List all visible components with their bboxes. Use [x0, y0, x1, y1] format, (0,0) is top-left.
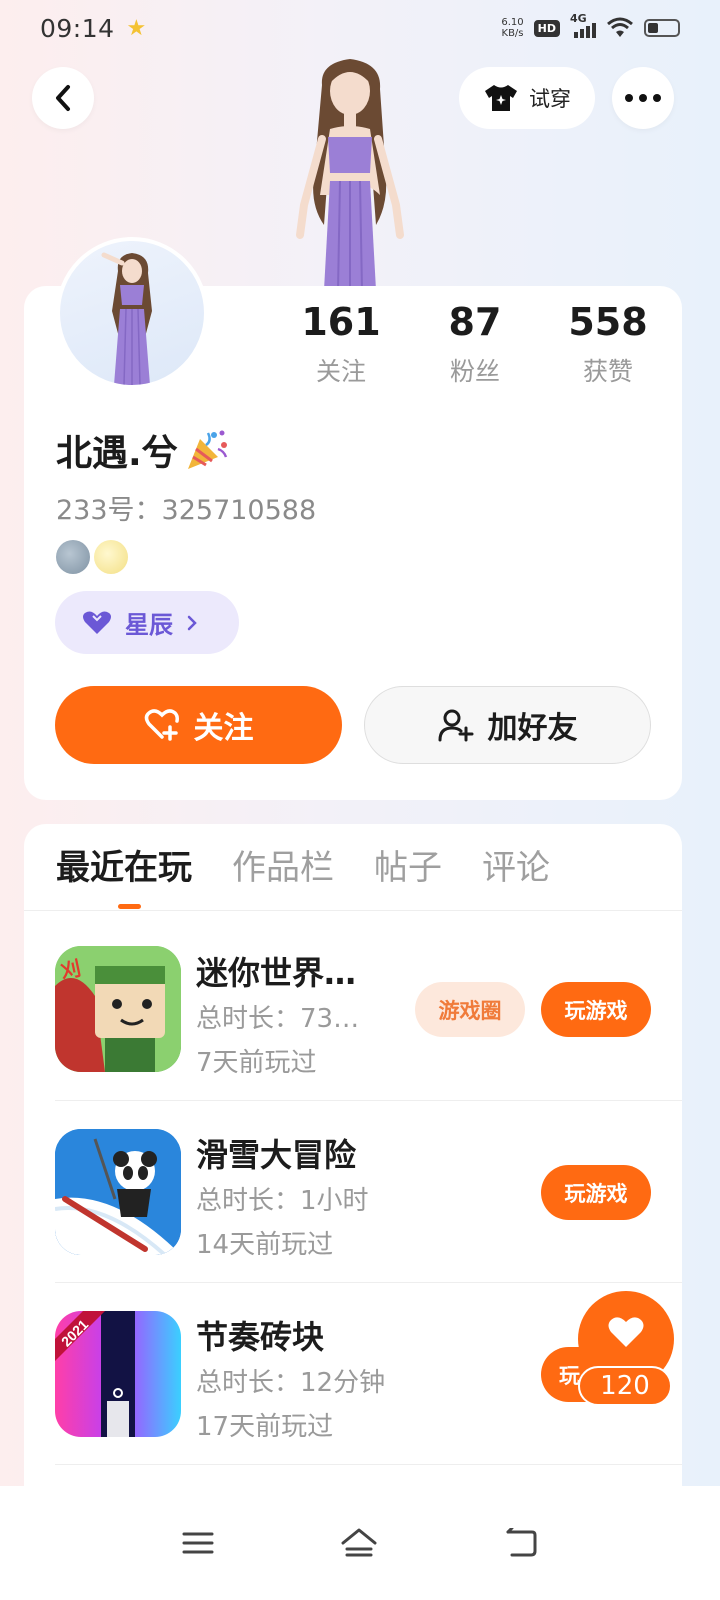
- home-icon[interactable]: [339, 1527, 379, 1559]
- hd-icon: HD: [533, 19, 560, 37]
- battery-icon: [644, 19, 680, 37]
- status-bar: 09:14 ★ 6.10 KB/s HD 4G: [0, 0, 720, 56]
- more-button[interactable]: [612, 67, 674, 129]
- user-id: 233号：325710588: [56, 495, 317, 526]
- avatar-thumbnail-figure: [101, 252, 152, 385]
- game-last-played: 14天前玩过: [196, 1230, 334, 1260]
- star-icon: ★: [126, 15, 147, 41]
- status-time: 09:14: [40, 13, 115, 43]
- stat-value: 161: [301, 300, 381, 344]
- game-icon-ski-safari[interactable]: [55, 1129, 181, 1255]
- system-nav-bar: [0, 1486, 720, 1600]
- game-title: 滑雪大冒险: [196, 1136, 357, 1174]
- stat-likes[interactable]: 558 获赞: [543, 300, 673, 388]
- game-duration: 总时长：73…: [196, 1004, 360, 1034]
- menu-icon[interactable]: [182, 1531, 214, 1555]
- back-button[interactable]: [32, 67, 94, 129]
- add-friend-label: 加好友: [487, 711, 578, 746]
- username: 北遇.兮: [56, 424, 230, 476]
- tshirt-icon: [485, 85, 517, 111]
- avatar[interactable]: [56, 237, 208, 389]
- game-duration: 总时长：12分钟: [196, 1368, 386, 1398]
- like-count: 120: [578, 1366, 672, 1406]
- try-on-label: 试穿: [529, 87, 571, 111]
- game-title: 迷你世界…: [196, 954, 357, 992]
- game-last-played: 7天前玩过: [196, 1048, 317, 1078]
- play-game-button[interactable]: 玩游戏: [541, 982, 651, 1037]
- follow-button[interactable]: 关注: [55, 686, 342, 764]
- tab-divider: [24, 910, 682, 911]
- game-duration: 总时长：1小时: [196, 1186, 369, 1216]
- network-speed-unit: KB/s: [501, 28, 524, 39]
- list-item[interactable]: 滑雪大冒险 总时长：1小时 14天前玩过 玩游戏: [0, 1100, 720, 1282]
- game-last-played: 17天前玩过: [196, 1412, 334, 1442]
- stat-followers[interactable]: 87 粉丝: [410, 300, 540, 388]
- new-moon-face-icon: [56, 540, 90, 574]
- heart-add-icon: [144, 709, 179, 741]
- list-item[interactable]: 刈 迷你世界… 总时长：73… 7天前玩过 游戏圈 玩游戏: [0, 918, 720, 1100]
- add-user-icon: [438, 709, 473, 742]
- avatar-character-image[interactable]: [270, 55, 430, 290]
- status-icons: 6.10 KB/s HD 4G: [501, 12, 680, 39]
- stat-label: 关注: [315, 357, 366, 386]
- game-art: [55, 1129, 181, 1255]
- tab-comments[interactable]: 评论: [482, 844, 550, 892]
- signal-icon: 4G: [570, 12, 596, 38]
- wifi-icon: [607, 17, 633, 37]
- game-art: 刈: [55, 946, 181, 1072]
- row-divider: [55, 1464, 682, 1465]
- heart-icon: [608, 1317, 644, 1347]
- game-icon-rhythm-tiles[interactable]: 2021: [55, 1311, 181, 1437]
- username-text: 北遇.兮: [56, 433, 178, 474]
- back-nav-icon[interactable]: [504, 1528, 538, 1558]
- play-game-button[interactable]: 玩游戏: [541, 1165, 651, 1220]
- tab-recently-played[interactable]: 最近在玩: [56, 844, 192, 892]
- more-dots-icon: [625, 94, 661, 102]
- chevron-right-icon: [187, 615, 197, 630]
- badges: [56, 540, 128, 574]
- network-type: 4G: [570, 12, 587, 25]
- game-circle-button[interactable]: 游戏圈: [415, 982, 525, 1037]
- star-tag-button[interactable]: 星辰: [55, 591, 239, 654]
- stat-label: 粉丝: [449, 357, 500, 386]
- tab-indicator: [118, 904, 141, 909]
- add-friend-button[interactable]: 加好友: [364, 686, 651, 764]
- chevron-left-icon: [56, 85, 70, 111]
- tab-works[interactable]: 作品栏: [232, 844, 334, 892]
- network-speed-value: 6.10: [501, 17, 524, 28]
- stat-value: 87: [448, 300, 502, 344]
- party-popper-icon: [187, 430, 227, 469]
- game-icon-mini-world[interactable]: 刈: [55, 946, 181, 1072]
- try-on-button[interactable]: 试穿: [459, 67, 595, 129]
- star-tag-label: 星辰: [125, 611, 173, 639]
- tab-bar: 最近在玩 作品栏 帖子 评论: [56, 844, 550, 892]
- stat-value: 558: [568, 300, 648, 344]
- tab-posts[interactable]: 帖子: [374, 844, 442, 892]
- stat-label: 获赞: [582, 357, 633, 386]
- game-title: 节奏砖块: [196, 1318, 325, 1356]
- full-moon-face-icon: [94, 540, 128, 574]
- heart-shield-icon: [83, 611, 111, 634]
- follow-label: 关注: [193, 711, 254, 746]
- stat-following[interactable]: 161 关注: [276, 300, 406, 388]
- network-speed: 6.10 KB/s: [501, 17, 523, 39]
